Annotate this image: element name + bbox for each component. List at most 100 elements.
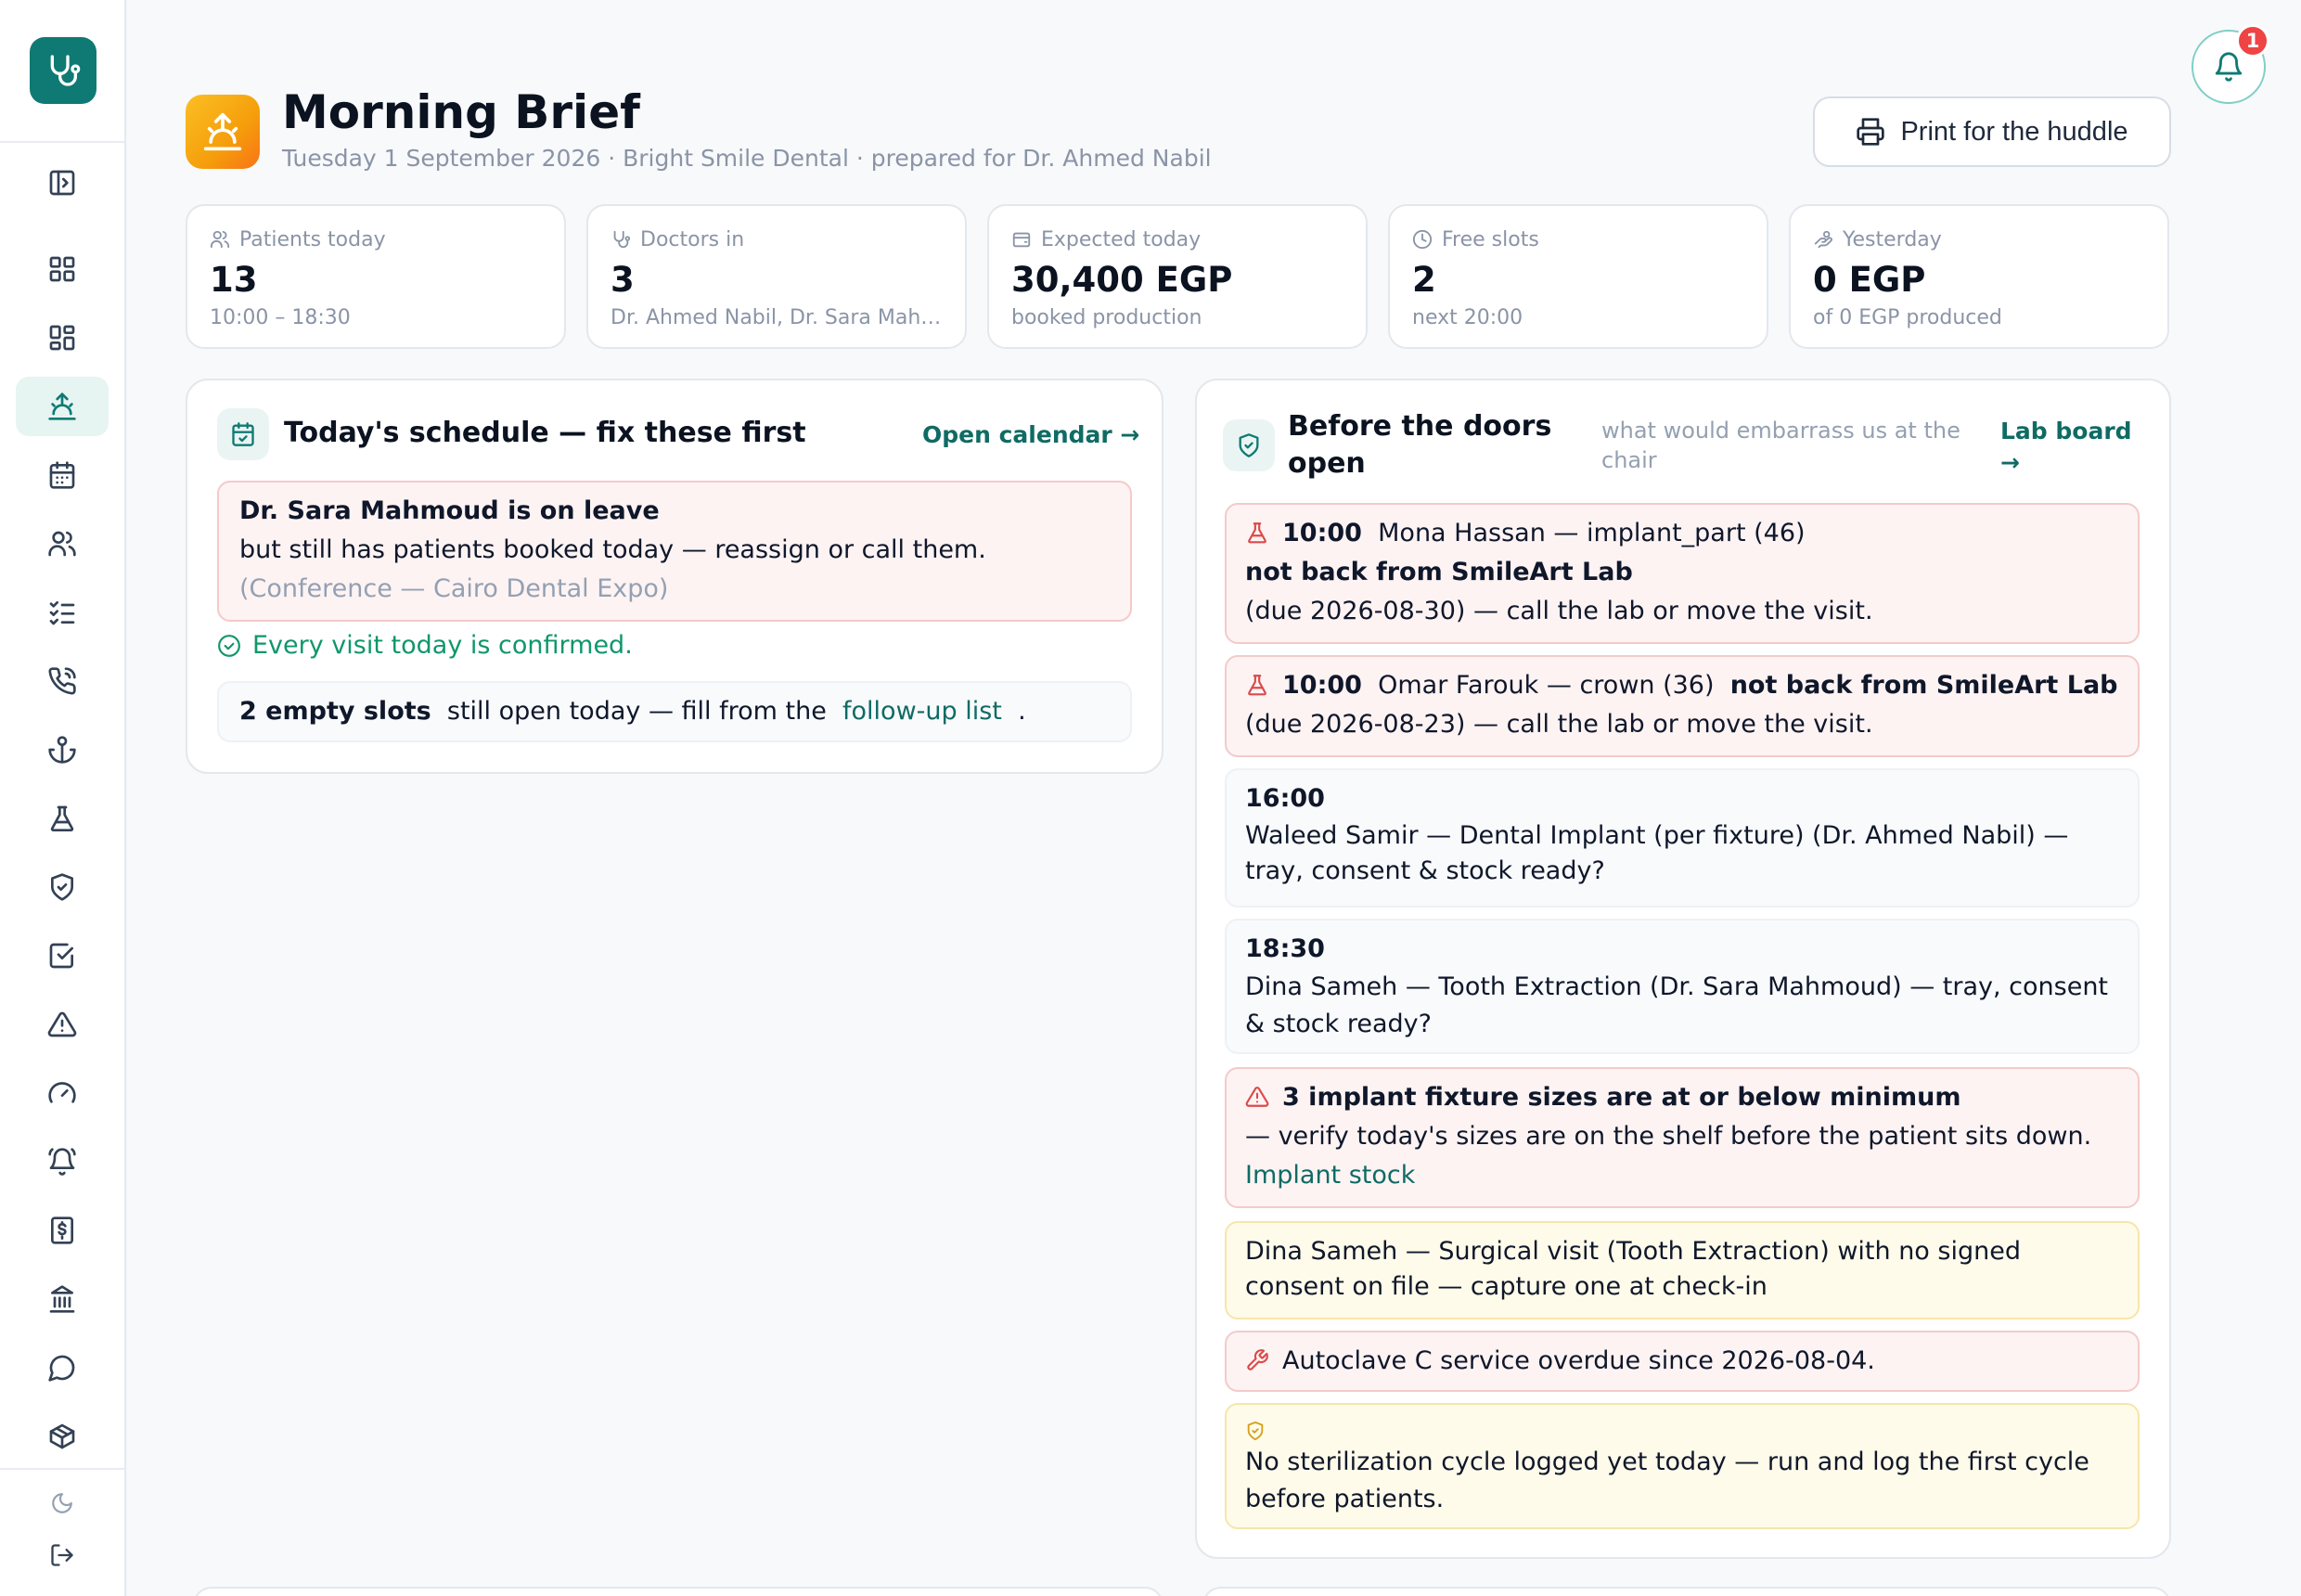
item-who: Omar Farouk — crown (36)	[1378, 671, 1715, 700]
sterilization-warning-item: No sterilization cycle logged yet today …	[1225, 1403, 2140, 1529]
open-calendar-link[interactable]: Open calendar →	[922, 419, 1139, 451]
bell-icon	[2215, 52, 2243, 82]
next-panel-edge	[1202, 1587, 2171, 1596]
users-icon	[210, 230, 230, 249]
stat-value: 0 EGP	[1813, 260, 1926, 300]
bank-icon[interactable]	[16, 1269, 109, 1329]
empty-slots-text: still open today — fill from the	[446, 697, 827, 726]
item-issue: not back from SmileArt Lab	[1729, 671, 2118, 700]
lab-board-link[interactable]: Lab board →	[2000, 416, 2149, 479]
flask-icon	[1245, 518, 1269, 544]
stethoscope-icon	[613, 230, 631, 249]
item-issue: not back from SmileArt Lab	[1245, 558, 1633, 586]
calendar-check-icon	[217, 408, 269, 460]
stat-label: Patients today	[239, 227, 386, 251]
lab-flask-icon[interactable]	[16, 789, 109, 848]
stat-label: Expected today	[1041, 227, 1202, 251]
chat-icon[interactable]	[16, 1338, 109, 1397]
stat-label: Free slots	[1442, 227, 1539, 251]
empty-slots-count: 2 empty slots	[239, 697, 431, 726]
bell-alarm-icon[interactable]	[16, 1132, 109, 1191]
widgets-icon[interactable]	[16, 308, 109, 367]
shield-check-icon[interactable]	[16, 857, 109, 917]
item-detail: Autoclave C service overdue since 2026-0…	[1282, 1346, 1875, 1375]
alert-icon[interactable]	[16, 995, 109, 1054]
stat-value: 13	[210, 260, 258, 300]
stat-foot: next 20:00	[1412, 306, 1523, 329]
stat-value: 3	[611, 260, 635, 300]
leave-alert: Dr. Sara Mahmoud is on leave but still h…	[217, 481, 1132, 622]
stethoscope-logo-icon	[50, 55, 81, 86]
follow-up-list-link[interactable]: follow-up list	[842, 697, 1002, 726]
warning-triangle-icon	[1245, 1082, 1269, 1107]
lab-alert-item: 10:00 Omar Farouk — crown (36) not back …	[1225, 655, 2140, 757]
flask-icon	[1245, 670, 1269, 696]
notification-count-badge: 1	[2236, 24, 2269, 58]
logout-icon[interactable]	[16, 1525, 109, 1585]
empty-slots-notice: 2 empty slots still open today — fill fr…	[217, 681, 1132, 742]
check-circle-icon	[218, 634, 240, 657]
sidebar-divider	[0, 141, 124, 143]
patients-icon[interactable]	[16, 514, 109, 573]
implant-stock-link[interactable]: Implant stock	[1245, 1156, 2119, 1195]
stat-value: 30,400 EGP	[1011, 260, 1233, 300]
confirmed-status: Every visit today is confirmed.	[217, 631, 633, 660]
item-detail: Waleed Samir — Dental Implant (per fixtu…	[1245, 821, 2069, 885]
shield-check-warning-icon	[1245, 1414, 1269, 1441]
item-detail: Dina Sameh — Surgical visit (Tooth Extra…	[1245, 1237, 2021, 1301]
leave-alert-text: but still has patients booked today — re…	[239, 535, 986, 564]
sidebar	[0, 0, 126, 1596]
stat-foot: of 0 EGP produced	[1813, 306, 2002, 329]
wallet-icon	[1012, 232, 1031, 248]
sunrise-header-icon	[186, 95, 260, 169]
clock-icon	[1412, 229, 1433, 250]
calendar-icon[interactable]	[16, 445, 109, 505]
stat-card-free-slots: Free slots 2 next 20:00	[1388, 204, 1768, 349]
prep-check-item: 18:30 Dina Sameh — Tooth Extraction (Dr.…	[1225, 919, 2140, 1054]
anchor-icon[interactable]	[16, 720, 109, 779]
page-subtitle: Tuesday 1 September 2026 · Bright Smile …	[282, 145, 1212, 172]
stat-foot: booked production	[1011, 306, 1202, 329]
prep-check-item: 16:00 Waleed Samir — Dental Implant (per…	[1225, 768, 2140, 907]
stat-value: 2	[1412, 260, 1436, 300]
item-detail: (due 2026-08-23) — call the lab or move …	[1245, 710, 1873, 739]
phone-call-icon[interactable]	[16, 651, 109, 711]
printer-icon	[1857, 118, 1885, 146]
gauge-icon[interactable]	[16, 1063, 109, 1123]
billing-icon[interactable]	[16, 1201, 109, 1260]
stat-card-yesterday: Yesterday 0 EGP of 0 EGP produced	[1789, 204, 2169, 349]
print-button-label: Print for the huddle	[1900, 116, 2128, 147]
schedule-title: Today's schedule — fix these first	[284, 417, 806, 449]
morning-brief-icon[interactable]	[16, 377, 109, 436]
toggle-sidebar-icon[interactable]	[16, 153, 109, 212]
stat-card-expected: Expected today 30,400 EGP booked product…	[987, 204, 1368, 349]
leave-alert-title: Dr. Sara Mahmoud is on leave	[239, 496, 660, 525]
before-doors-title: Before the doors open	[1288, 410, 1552, 480]
autoclave-alert-item: Autoclave C service overdue since 2026-0…	[1225, 1331, 2140, 1392]
item-time: 10:00	[1282, 519, 1362, 547]
item-time: 18:30	[1245, 934, 1325, 963]
consent-warning-item: Dina Sameh — Surgical visit (Tooth Extra…	[1225, 1221, 2140, 1319]
dashboard-icon[interactable]	[16, 239, 109, 299]
dark-mode-icon[interactable]	[16, 1474, 109, 1533]
item-detail: (due 2026-08-30) — call the lab or move …	[1245, 597, 1873, 625]
lab-alert-item: 10:00 Mona Hassan — implant_part (46) no…	[1225, 503, 2140, 644]
leave-alert-note: (Conference — Cairo Dental Expo)	[239, 574, 669, 603]
next-panel-edge	[193, 1587, 1163, 1596]
item-detail: — verify today's sizes are on the shelf …	[1245, 1122, 2092, 1151]
stat-card-doctors: Doctors in 3 Dr. Ahmed Nabil, Dr. Sara M…	[586, 204, 967, 349]
stat-card-patients: Patients today 13 10:00 – 18:30	[186, 204, 566, 349]
wrench-icon	[1245, 1345, 1269, 1371]
item-title: 3 implant fixture sizes are at or below …	[1282, 1083, 1961, 1112]
print-button[interactable]: Print for the huddle	[1813, 97, 2171, 167]
item-detail: No sterilization cycle logged yet today …	[1245, 1448, 2089, 1513]
implant-stock-alert: 3 implant fixture sizes are at or below …	[1225, 1067, 2140, 1208]
inventory-box-icon[interactable]	[16, 1407, 109, 1466]
confirmed-text: Every visit today is confirmed.	[252, 631, 633, 660]
item-who: Mona Hassan — implant_part (46)	[1378, 519, 1806, 547]
stat-foot: Dr. Ahmed Nabil, Dr. Sara Mah…	[611, 306, 942, 329]
app-logo[interactable]	[30, 37, 96, 104]
before-doors-note: what would embarrass us at the chair	[1601, 418, 1960, 473]
checklist-icon[interactable]	[16, 583, 109, 642]
tasks-icon[interactable]	[16, 926, 109, 985]
